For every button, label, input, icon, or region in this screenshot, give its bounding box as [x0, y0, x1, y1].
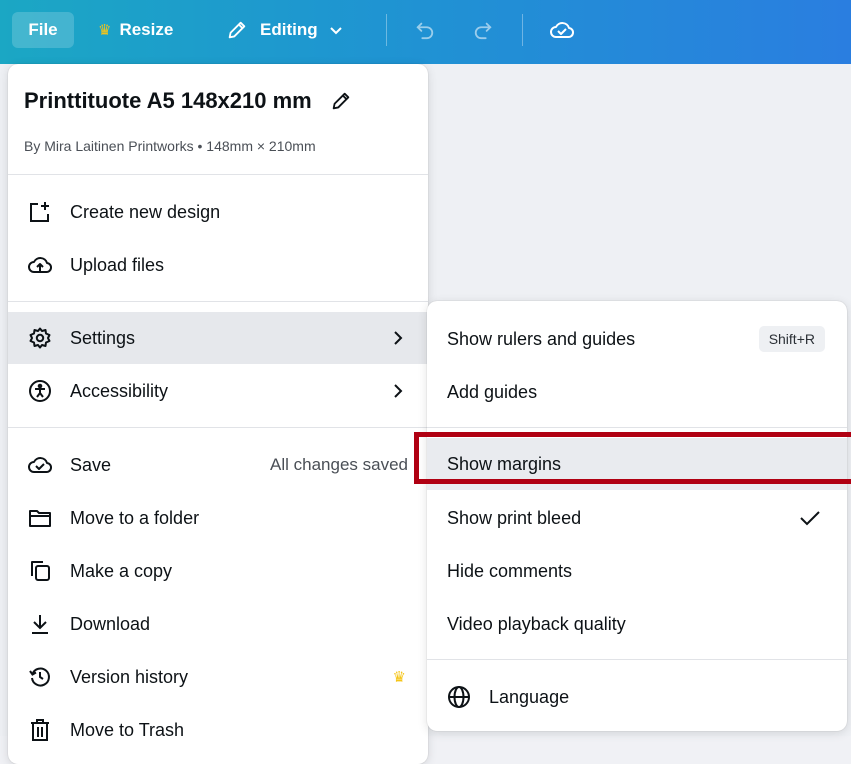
submenu-item-label: Hide comments — [447, 560, 573, 581]
menu-item-label: Version history — [70, 666, 189, 687]
menu-item-upload-files[interactable]: Upload files — [8, 239, 428, 291]
redo-button[interactable] — [468, 16, 498, 44]
menu-item-label: Upload files — [70, 254, 165, 275]
redo-icon — [474, 22, 492, 40]
file-menu-button[interactable]: File — [12, 12, 74, 48]
menu-item-settings[interactable]: Settings — [8, 312, 428, 364]
menu-item-move-to-folder[interactable]: Move to a folder — [8, 492, 428, 544]
chevron-right-icon — [392, 383, 404, 399]
download-icon — [27, 611, 53, 637]
submenu-item-hide-comments[interactable]: Hide comments — [427, 545, 847, 597]
menu-divider — [8, 174, 428, 175]
globe-icon — [447, 685, 471, 709]
menu-item-create-new-design[interactable]: Create new design — [8, 186, 428, 238]
menu-item-label: Save — [70, 454, 112, 475]
edit-title-icon[interactable] — [330, 90, 352, 112]
chevron-down-icon — [329, 27, 342, 35]
add-design-icon — [27, 199, 53, 225]
checkmark-icon — [799, 509, 821, 527]
save-status-button[interactable] — [547, 16, 577, 44]
menu-divider — [8, 427, 428, 428]
cloud-check-icon — [550, 22, 575, 38]
menu-item-label: Settings — [70, 327, 136, 348]
menu-item-accessibility[interactable]: Accessibility — [8, 365, 428, 417]
submenu-item-label: Language — [489, 686, 570, 707]
undo-button[interactable] — [410, 16, 440, 44]
chevron-right-icon — [392, 330, 404, 346]
copy-icon — [27, 558, 53, 584]
undo-icon — [416, 22, 434, 40]
menu-item-save[interactable]: Save All changes saved — [8, 439, 428, 491]
resize-label: Resize — [119, 20, 174, 39]
submenu-item-label: Show rulers and guides — [447, 328, 636, 349]
design-title-text: Printtituote A5 148x210 mm — [24, 88, 312, 113]
submenu-item-language[interactable]: Language — [427, 671, 847, 723]
shortcut-badge: Shift+R — [758, 326, 825, 352]
top-toolbar: File ♛ Resize Editing — [0, 0, 851, 64]
cloud-upload-icon — [27, 252, 53, 278]
menu-item-label: Move to Trash — [70, 719, 185, 740]
menu-item-download[interactable]: Download — [8, 598, 428, 650]
toolbar-divider — [386, 14, 387, 46]
menu-item-label: Make a copy — [70, 560, 173, 581]
submenu-item-show-print-bleed[interactable]: Show print bleed — [427, 492, 847, 544]
save-status-text: All changes saved — [270, 455, 408, 474]
menu-item-label: Move to a folder — [70, 507, 200, 528]
file-menu: Printtituote A5 148x210 mm By Mira Laiti… — [8, 64, 428, 764]
pencil-icon — [228, 21, 246, 39]
menu-item-version-history[interactable]: Version history ♛ — [8, 651, 428, 703]
submenu-item-label: Show print bleed — [447, 507, 582, 528]
menu-item-label: Download — [70, 613, 151, 634]
submenu-item-label: Show margins — [447, 453, 562, 474]
editing-mode-button[interactable]: Editing — [226, 12, 356, 48]
accessibility-icon — [27, 378, 53, 404]
menu-item-move-to-trash[interactable]: Move to Trash — [8, 704, 428, 756]
submenu-item-show-margins[interactable]: Show margins — [427, 438, 847, 490]
design-title[interactable]: Printtituote A5 148x210 mm — [24, 88, 352, 114]
submenu-item-add-guides[interactable]: Add guides — [427, 366, 847, 418]
menu-item-label: Accessibility — [70, 380, 169, 401]
toolbar-divider — [522, 14, 523, 46]
submenu-divider — [427, 659, 847, 660]
menu-divider — [8, 301, 428, 302]
history-icon — [27, 664, 53, 690]
menu-item-label: Create new design — [70, 201, 221, 222]
resize-button[interactable]: ♛ Resize — [98, 12, 173, 48]
menu-item-make-copy[interactable]: Make a copy — [8, 545, 428, 597]
gear-icon — [27, 325, 53, 351]
submenu-item-show-rulers[interactable]: Show rulers and guides Shift+R — [427, 313, 847, 365]
submenu-divider — [427, 427, 847, 428]
editing-label: Editing — [260, 20, 318, 39]
folder-icon — [27, 505, 53, 531]
cloud-check-icon — [27, 452, 53, 478]
submenu-item-video-playback-quality[interactable]: Video playback quality — [427, 598, 847, 650]
submenu-item-label: Video playback quality — [447, 613, 626, 634]
crown-icon: ♛ — [98, 22, 112, 39]
submenu-item-label: Add guides — [447, 381, 538, 402]
design-subtitle: By Mira Laitinen Printworks • 148mm × 21… — [24, 138, 316, 154]
settings-submenu: Show rulers and guides Shift+R Add guide… — [427, 301, 847, 731]
crown-icon: ♛ — [392, 669, 406, 686]
file-menu-label: File — [28, 20, 58, 39]
trash-icon — [27, 717, 53, 743]
